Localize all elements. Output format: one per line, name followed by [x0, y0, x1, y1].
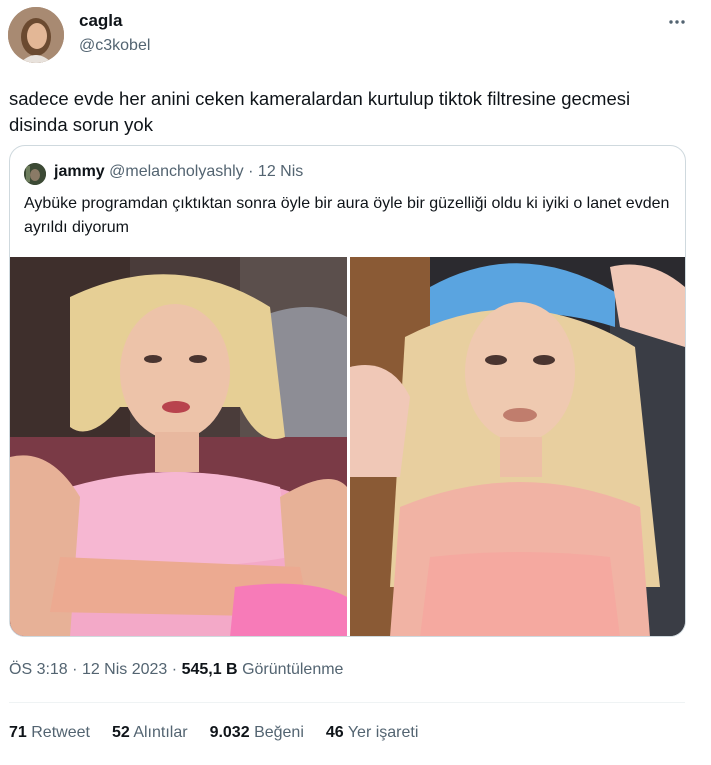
views-label: Görüntülenme	[242, 661, 344, 678]
quoted-author-name: jammy	[54, 163, 105, 180]
tweet-time[interactable]: ÖS 3:18	[9, 661, 68, 678]
views-count: 545,1 B	[181, 661, 238, 678]
stat-count: 9.032	[209, 724, 250, 741]
quoted-meta: jammy @melancholyashly · 12 Nis	[54, 163, 303, 181]
tweet-text: sadece evde her anini ceken kameralardan…	[9, 88, 631, 135]
quoted-tweet-card[interactable]: jammy @melancholyashly · 12 Nis Aybüke p…	[9, 145, 686, 637]
meta-separator: ·	[72, 661, 78, 678]
author-name[interactable]: cagla	[79, 11, 122, 31]
tweet-meta: ÖS 3:18 · 12 Nis 2023 · 545,1 B Görüntül…	[9, 661, 343, 679]
quoted-author-avatar	[24, 163, 46, 185]
quoted-author-handle: @melancholyashly	[109, 163, 244, 180]
author-handle[interactable]: @c3kobel	[79, 37, 150, 55]
quoted-text: Aybüke programdan çıktıktan sonra öyle b…	[24, 195, 670, 236]
more-horizontal-icon[interactable]	[664, 9, 690, 35]
bookmarks-stat[interactable]: 46 Yer işareti	[326, 724, 419, 742]
meta-separator: ·	[171, 661, 178, 678]
retweets-stat[interactable]: 71 Retweet	[9, 724, 90, 742]
quoted-date: 12 Nis	[257, 163, 304, 180]
stat-label: Yer işareti	[347, 724, 419, 741]
tweet-date[interactable]: 12 Nis 2023	[82, 661, 167, 678]
stat-label: Alıntılar	[133, 724, 188, 741]
engagement-stats: 71 Retweet 52 Alıntılar 9.032 Beğeni 46 …	[9, 724, 418, 742]
quoted-separator: ·	[248, 163, 254, 180]
likes-stat[interactable]: 9.032 Beğeni	[210, 724, 304, 742]
quoted-photo-2[interactable]	[350, 257, 685, 636]
stat-label: Retweet	[31, 724, 90, 741]
stat-count: 71	[9, 724, 27, 741]
author-avatar[interactable]	[8, 7, 64, 63]
stat-label: Beğeni	[254, 724, 304, 741]
stat-count: 52	[111, 724, 130, 741]
quotes-stat[interactable]: 52 Alıntılar	[112, 724, 188, 742]
quoted-media	[10, 257, 685, 636]
stat-count: 46	[325, 724, 344, 741]
quoted-photo-1[interactable]	[10, 257, 347, 636]
divider	[9, 702, 685, 703]
